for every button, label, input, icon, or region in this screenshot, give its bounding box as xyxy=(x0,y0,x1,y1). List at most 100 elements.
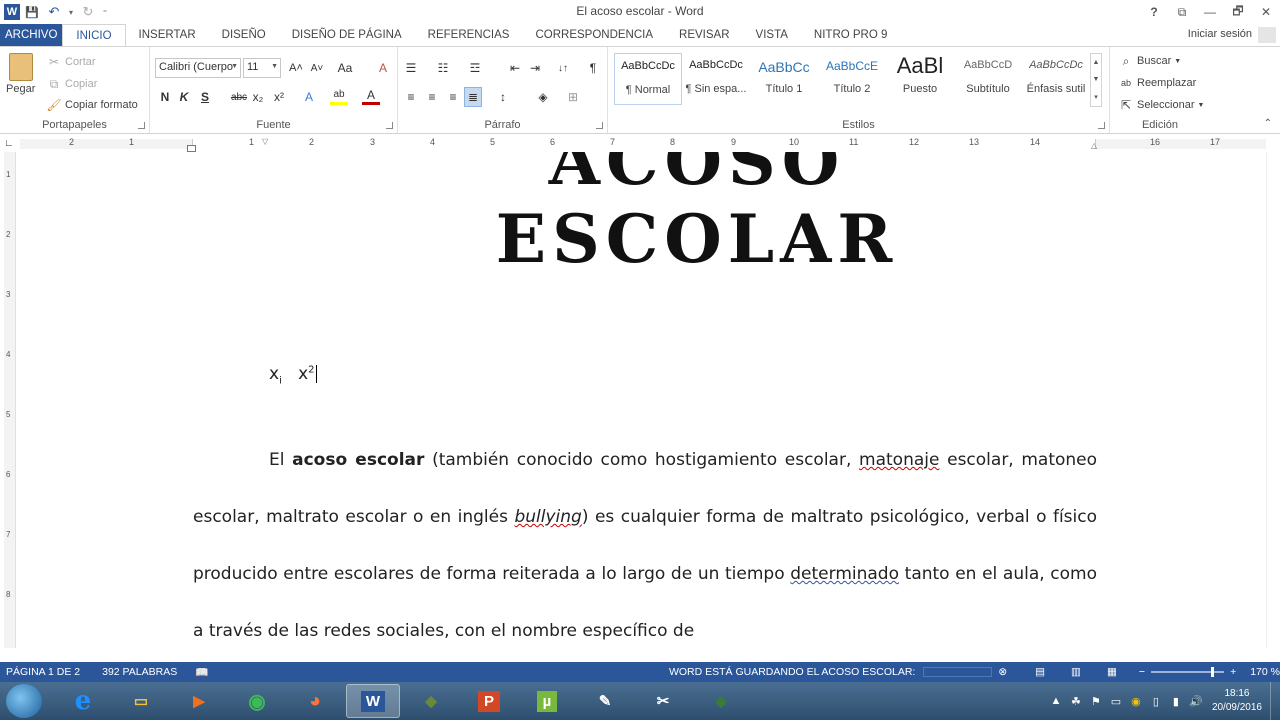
chrome-icon[interactable]: ◉ xyxy=(230,684,284,718)
text-effects-icon[interactable]: A xyxy=(300,87,318,107)
zoom-out-icon[interactable]: − xyxy=(1139,666,1145,678)
first-line-indent-icon[interactable]: ▽ xyxy=(262,137,268,146)
indent-marker-icon[interactable] xyxy=(187,145,196,152)
chrome-tray-icon[interactable]: ◉ xyxy=(1128,693,1144,709)
document-heading[interactable]: ACOSO ESCOLAR xyxy=(347,152,1047,278)
styles-scroll[interactable]: ▲ ▼ ▾ xyxy=(1090,53,1102,107)
strikethrough-button[interactable]: abc xyxy=(228,87,250,107)
document-canvas[interactable]: ACOSO ESCOLAR xi x2 El acoso escolar (ta… xyxy=(17,152,1266,648)
redo-icon[interactable]: ↻ xyxy=(78,2,98,22)
windows-start-icon[interactable] xyxy=(6,684,42,718)
firefox-icon[interactable]: ◕ xyxy=(288,684,342,718)
select-button[interactable]: ⇱ Seleccionar ▼ xyxy=(1118,97,1204,113)
web-layout-icon[interactable]: ▦ xyxy=(1107,666,1117,678)
pilcrow-icon[interactable]: ¶ xyxy=(584,58,602,78)
network-icon[interactable]: ▮ xyxy=(1168,693,1184,709)
sign-in-link[interactable]: Iniciar sesión xyxy=(1188,28,1252,40)
undo-dropdown-icon[interactable]: ▾ xyxy=(66,2,76,22)
cut-button[interactable]: ✂ Cortar xyxy=(46,54,96,70)
zoom-level[interactable]: 170 % xyxy=(1250,666,1280,678)
tab-revisar[interactable]: REVISAR xyxy=(666,24,743,46)
tab-selector-icon[interactable]: ∟ xyxy=(4,138,16,150)
style-heading-2[interactable]: AaBbCcE Título 2 xyxy=(818,53,886,105)
tab-insertar[interactable]: INSERTAR xyxy=(126,24,209,46)
network-app-icon[interactable]: ☘ xyxy=(1068,693,1084,709)
style-title[interactable]: AaBl Puesto xyxy=(886,53,954,105)
bullets-icon[interactable]: ☰ xyxy=(402,58,420,78)
style-normal[interactable]: AaBbCcDc ¶ Normal xyxy=(614,53,682,105)
snipping-icon[interactable]: ✂ xyxy=(636,684,690,718)
grow-font-icon[interactable]: A˄ xyxy=(286,58,306,78)
close-button[interactable]: ✕ xyxy=(1252,0,1280,24)
highlight-icon[interactable]: ab xyxy=(330,87,348,105)
find-button[interactable]: ⌕ Buscar ▼ xyxy=(1118,53,1182,69)
font-launcher-icon[interactable] xyxy=(386,122,393,129)
tab-referencias[interactable]: REFERENCIAS xyxy=(415,24,523,46)
ribbon-display-icon[interactable]: ⧉ xyxy=(1168,0,1196,24)
paint-icon[interactable]: ✎ xyxy=(578,684,632,718)
sort-icon[interactable]: ↓↑ xyxy=(554,58,572,78)
read-mode-icon[interactable]: ▤ xyxy=(1035,666,1045,678)
customize-qat-icon[interactable]: ⁼ xyxy=(100,2,110,22)
chevron-down-icon[interactable]: ▼ xyxy=(1093,76,1100,83)
usb-icon[interactable]: ▯ xyxy=(1148,693,1164,709)
word-count[interactable]: 392 PALABRAS xyxy=(102,666,177,678)
utorrent-icon[interactable]: µ xyxy=(520,684,574,718)
paste-button[interactable]: Pegar xyxy=(6,53,35,95)
shading-icon[interactable]: ◈ xyxy=(534,87,552,107)
styles-launcher-icon[interactable] xyxy=(1098,122,1105,129)
font-size-combo[interactable]: 11 ▼ xyxy=(243,58,281,78)
page-count[interactable]: PÁGINA 1 DE 2 xyxy=(6,666,80,678)
line-spacing-icon[interactable]: ↕ xyxy=(494,87,512,107)
word-app-icon[interactable]: W xyxy=(4,4,20,20)
cancel-save-icon[interactable]: ⊗ xyxy=(998,666,1007,678)
equation[interactable]: xi x2 xyxy=(269,364,317,386)
increase-indent-icon[interactable]: ⇥ xyxy=(526,58,544,78)
justify-icon[interactable]: ≣ xyxy=(464,87,482,107)
folder-icon[interactable]: ▭ xyxy=(114,684,168,718)
shrink-font-icon[interactable]: A˅ xyxy=(307,58,327,78)
tab-inicio[interactable]: INICIO xyxy=(62,24,126,47)
flag-icon[interactable]: ⚑ xyxy=(1088,693,1104,709)
clock[interactable]: 18:16 20/09/2016 xyxy=(1212,687,1262,715)
borders-icon[interactable]: ⊞ xyxy=(564,87,582,107)
tab-archivo[interactable]: ARCHIVO xyxy=(0,24,63,46)
clipboard-launcher-icon[interactable] xyxy=(138,122,145,129)
align-right-icon[interactable]: ≡ xyxy=(444,87,462,107)
right-indent-icon[interactable]: △ xyxy=(1091,141,1097,150)
vertical-scrollbar[interactable] xyxy=(1266,152,1280,648)
show-desktop-button[interactable] xyxy=(1270,682,1280,720)
zoom-slider[interactable] xyxy=(1151,667,1225,677)
change-case-icon[interactable]: Aa xyxy=(334,58,356,78)
multilevel-list-icon[interactable]: ☲ xyxy=(466,58,484,78)
body-paragraph[interactable]: El acoso escolar (también conocido como … xyxy=(193,432,1097,648)
restore-button[interactable]: 🗗 xyxy=(1224,0,1252,24)
font-name-combo[interactable]: Calibri (Cuerpo ▼ xyxy=(155,58,241,78)
zoom-in-icon[interactable]: + xyxy=(1230,666,1236,678)
style-heading-1[interactable]: AaBbCc Título 1 xyxy=(750,53,818,105)
zoom-slider-thumb[interactable] xyxy=(1211,667,1215,677)
proofing-icon[interactable]: 📖 xyxy=(195,666,209,679)
tab-diseno[interactable]: DISEÑO xyxy=(209,24,279,46)
clear-format-icon[interactable]: A xyxy=(374,58,392,78)
tab-nitro[interactable]: NITRO PRO 9 xyxy=(801,24,900,46)
show-hidden-icons[interactable]: ▲ xyxy=(1048,693,1064,709)
numbering-icon[interactable]: ☷ xyxy=(434,58,452,78)
avatar[interactable] xyxy=(1258,27,1276,43)
style-subtle-emphasis[interactable]: AaBbCcDc Énfasis sutil xyxy=(1022,53,1090,105)
app-cube-icon[interactable]: ◆ xyxy=(694,684,748,718)
align-left-icon[interactable]: ≡ xyxy=(402,87,420,107)
italic-misspelled-word[interactable]: bullying xyxy=(514,507,581,527)
font-color-icon[interactable]: A xyxy=(362,87,380,105)
bold-button[interactable]: N xyxy=(156,87,174,107)
copy-button[interactable]: ⧉ Copiar xyxy=(46,76,98,92)
media-player-icon[interactable]: ▶ xyxy=(172,684,226,718)
monitor-icon[interactable]: ▭ xyxy=(1108,693,1124,709)
app-green-icon[interactable]: ◆ xyxy=(404,684,458,718)
subscript-button[interactable]: x₂ xyxy=(249,87,267,107)
collapse-ribbon-icon[interactable]: ⌃ xyxy=(1264,118,1272,129)
ie-icon[interactable]: e xyxy=(56,684,110,718)
volume-icon[interactable]: 🔊 xyxy=(1188,693,1204,709)
word-icon[interactable]: W xyxy=(346,684,400,718)
style-no-spacing[interactable]: AaBbCcDc ¶ Sin espa... xyxy=(682,53,750,105)
